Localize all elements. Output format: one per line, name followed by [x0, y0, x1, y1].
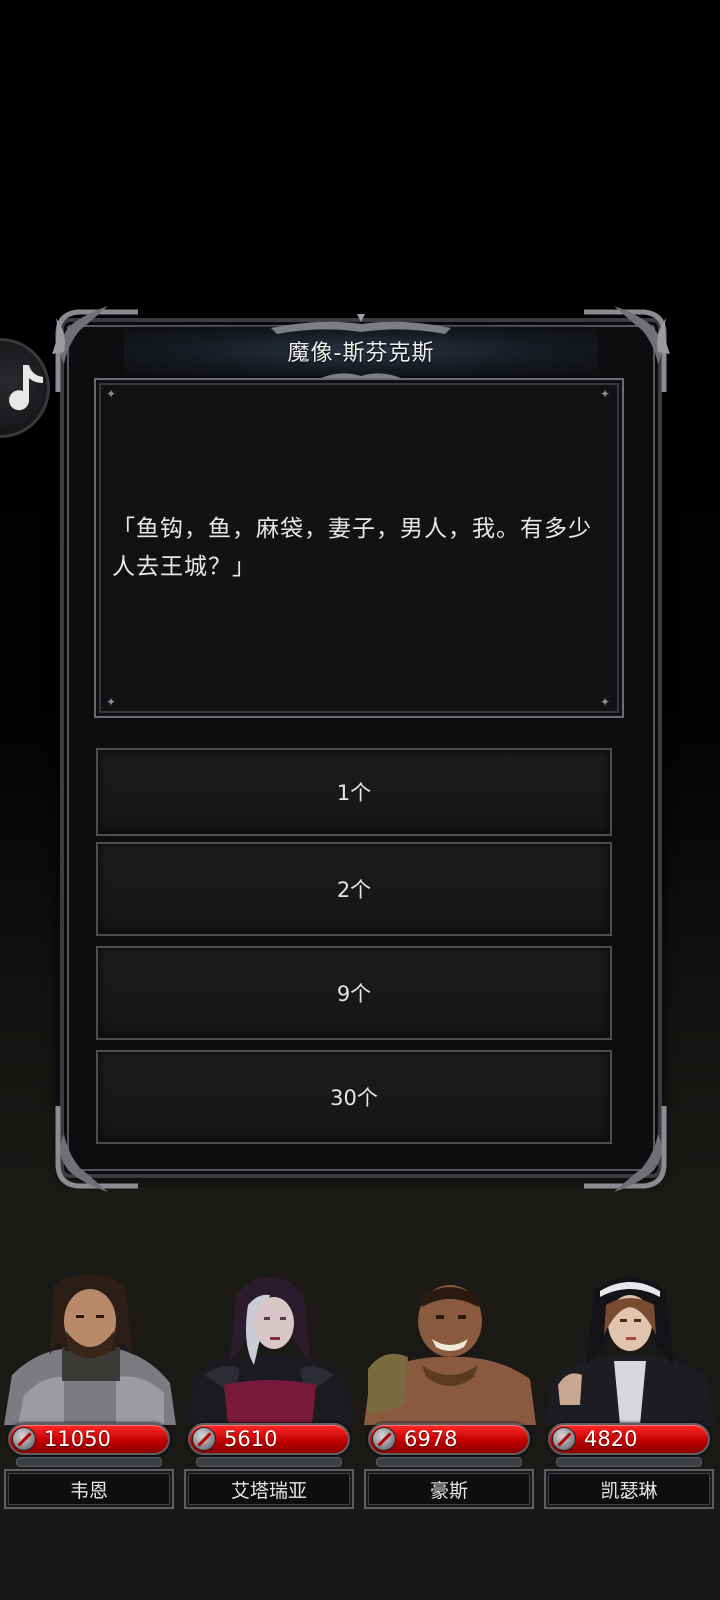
- hp-value: 6978: [404, 1427, 458, 1451]
- dialog-title-bar: 魔像-斯芬克斯: [124, 314, 598, 384]
- speech-box: ✦ ✦ ✦ ✦ 「鱼钩，鱼，麻袋，妻子，男人，我。有多少人去王城？」: [94, 378, 624, 718]
- party-member-card[interactable]: 6978 豪斯: [360, 1265, 540, 1565]
- hp-bar: 11050: [8, 1423, 170, 1455]
- knight-portrait: [4, 1273, 176, 1425]
- hp-bar: 5610: [188, 1423, 350, 1455]
- sword-icon: [552, 1427, 576, 1451]
- sword-icon: [12, 1427, 36, 1451]
- sorceress-portrait: [184, 1277, 356, 1425]
- brawler-portrait: [364, 1285, 536, 1425]
- member-name: 豪斯: [364, 1469, 534, 1509]
- party-member-card[interactable]: 11050 韦恩: [0, 1265, 180, 1565]
- sword-icon: [192, 1427, 216, 1451]
- energy-bar: [16, 1457, 162, 1467]
- hp-value: 4820: [584, 1427, 638, 1451]
- nun-portrait: [544, 1277, 716, 1425]
- answer-option-1[interactable]: 1个: [96, 748, 612, 836]
- hp-value: 5610: [224, 1427, 278, 1451]
- party-bar: 11050 韦恩 5610 艾塔瑞亚 6978 豪斯 4820 凯瑟琳: [0, 1265, 720, 1565]
- answer-option-2[interactable]: 2个: [96, 842, 612, 936]
- hp-bar: 4820: [548, 1423, 710, 1455]
- energy-bar: [196, 1457, 342, 1467]
- energy-bar: [376, 1457, 522, 1467]
- sparkle-icon: ✦: [106, 387, 117, 401]
- party-member-card[interactable]: 4820 凯瑟琳: [540, 1265, 720, 1565]
- answer-option-3[interactable]: 9个: [96, 946, 612, 1040]
- member-name: 艾塔瑞亚: [184, 1469, 354, 1509]
- music-note-icon: [9, 365, 43, 411]
- hp-bar: 6978: [368, 1423, 530, 1455]
- sparkle-icon: ✦: [600, 387, 611, 401]
- dialog-title: 魔像-斯芬克斯: [287, 341, 435, 366]
- member-name: 韦恩: [4, 1469, 174, 1509]
- party-member-card[interactable]: 5610 艾塔瑞亚: [180, 1265, 360, 1565]
- floating-side-button[interactable]: [0, 338, 50, 438]
- answer-option-4[interactable]: 30个: [96, 1050, 612, 1144]
- game-screen: 魔像-斯芬克斯 ✦ ✦ ✦ ✦ 「鱼钩，鱼，麻袋，妻子，男人，我。有多少人去王城…: [0, 0, 720, 1600]
- riddle-dialog: 魔像-斯芬克斯 ✦ ✦ ✦ ✦ 「鱼钩，鱼，麻袋，妻子，男人，我。有多少人去王城…: [52, 306, 670, 1192]
- riddle-text: 「鱼钩，鱼，麻袋，妻子，男人，我。有多少人去王城？」: [112, 516, 592, 580]
- sword-icon: [372, 1427, 396, 1451]
- member-name: 凯瑟琳: [544, 1469, 714, 1509]
- sparkle-icon: ✦: [106, 695, 117, 709]
- hp-value: 11050: [44, 1427, 111, 1451]
- sparkle-icon: ✦: [600, 695, 611, 709]
- energy-bar: [556, 1457, 702, 1467]
